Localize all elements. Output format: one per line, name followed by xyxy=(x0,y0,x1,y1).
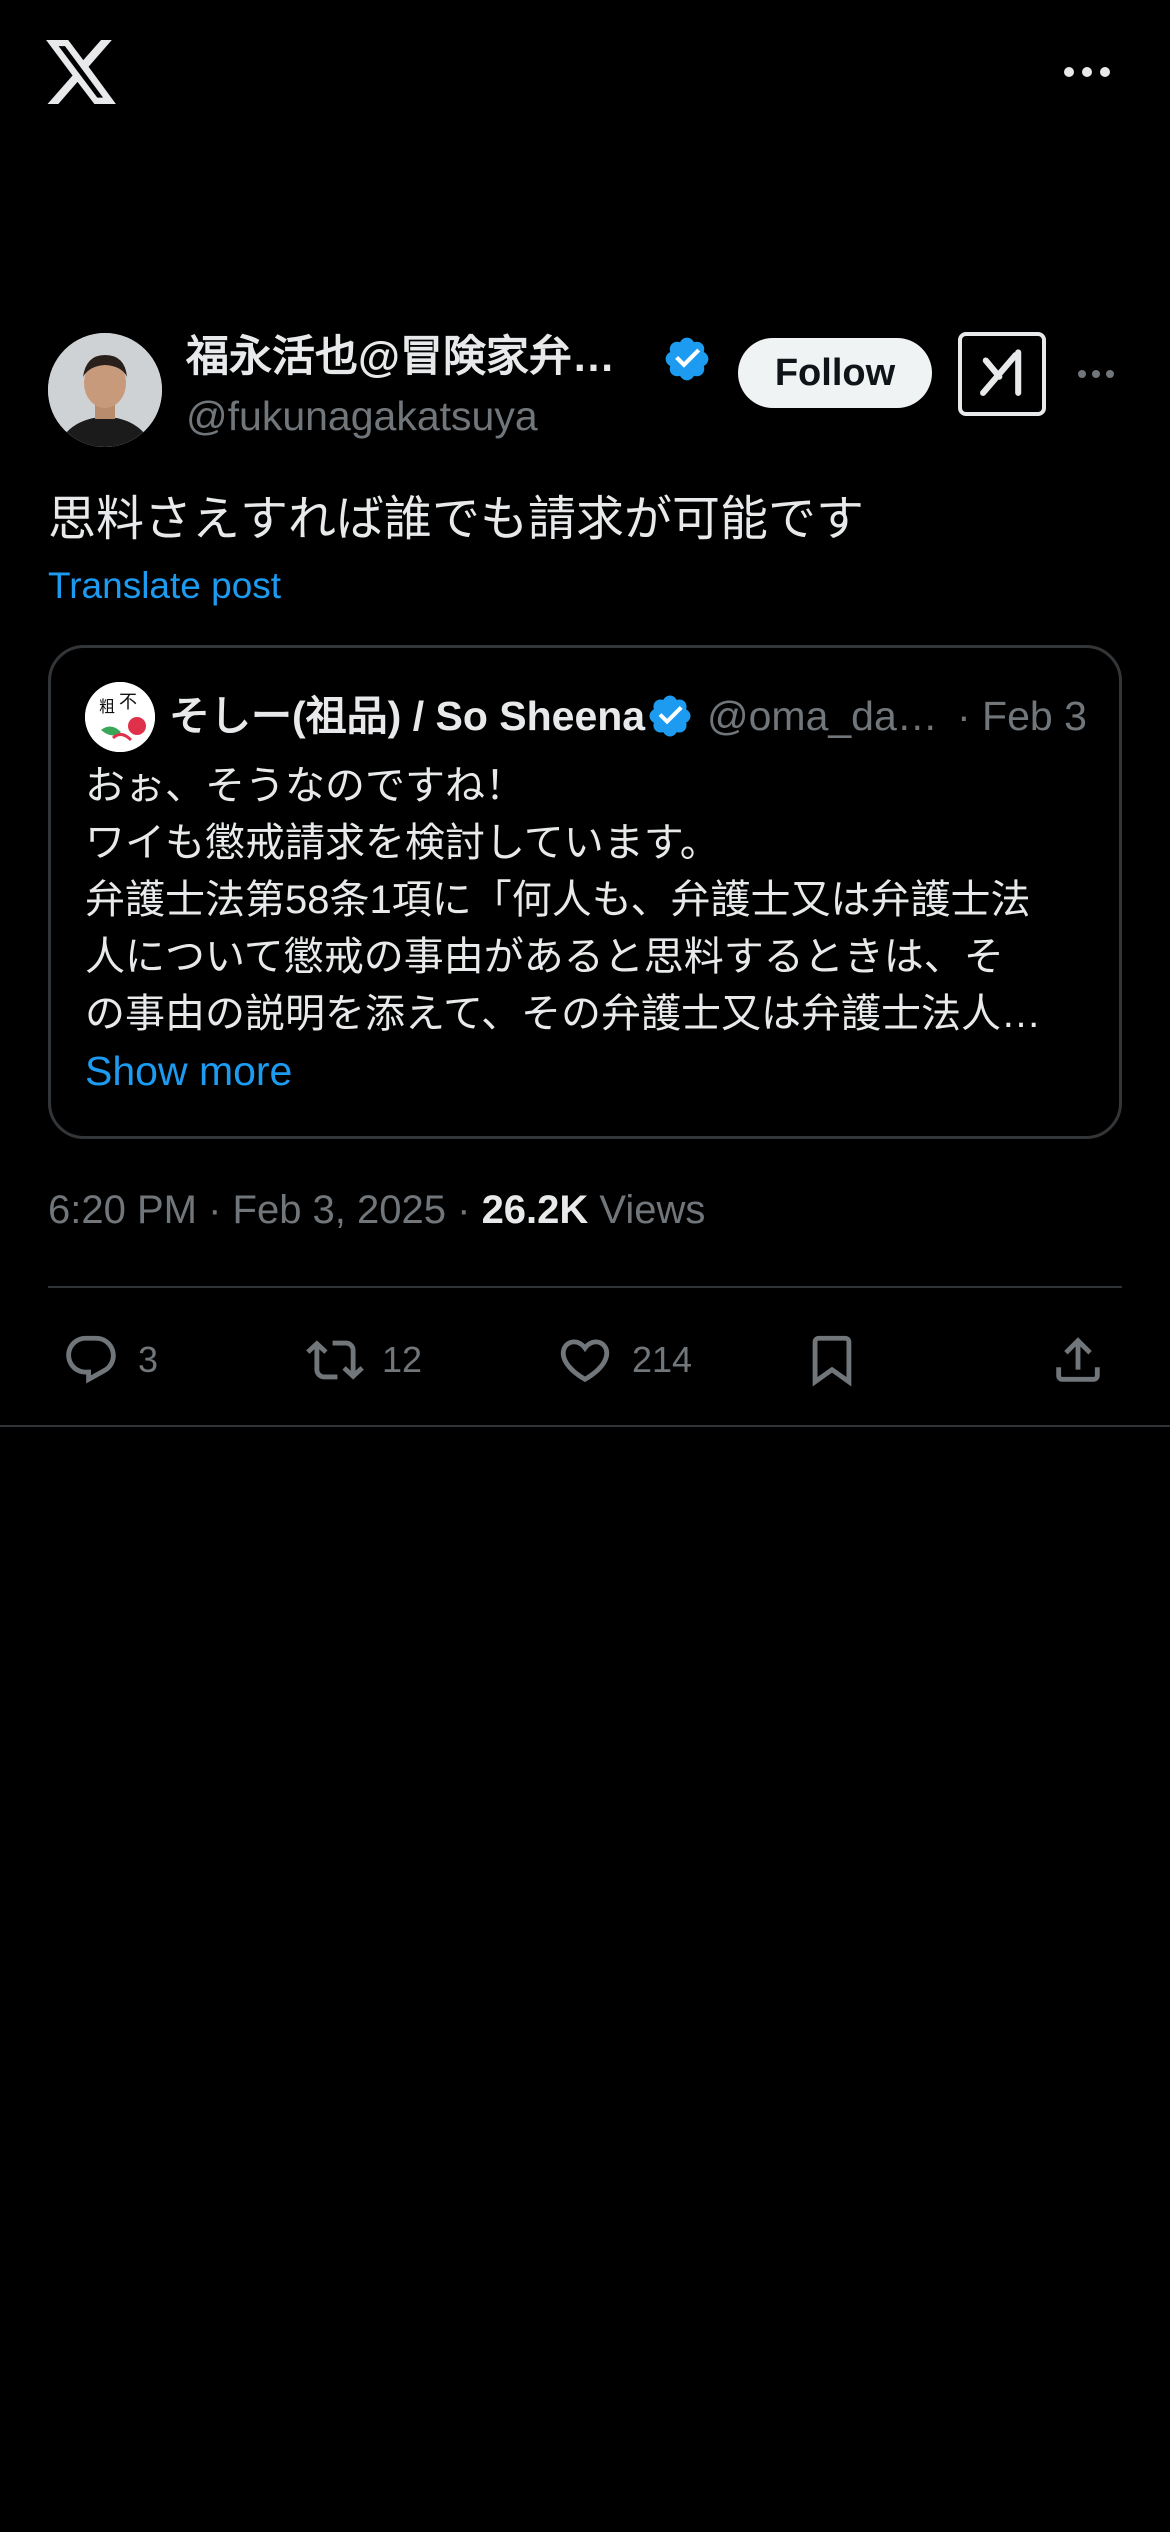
action-bar: 3 12 214 xyxy=(0,1320,1170,1400)
bookmark-icon xyxy=(812,1335,852,1387)
quote-text-line: 人について懲戒の事由があると思料するときは、そ xyxy=(85,935,1004,979)
bookmark-button[interactable] xyxy=(803,1320,861,1400)
heart-icon xyxy=(560,1339,610,1383)
tweet-meta: 6:20 PM · Feb 3, 2025 · 26.2K Views xyxy=(48,1182,705,1238)
svg-text:粗: 粗 xyxy=(99,697,115,716)
quote-text-line: 弁護士法第58条1項に「何人も、弁護士又は弁護士法 xyxy=(85,878,1031,922)
verified-badge-icon xyxy=(662,334,712,384)
quote-author-handle[interactable]: @oma_darling xyxy=(707,688,947,744)
translate-post-link[interactable]: Translate post xyxy=(48,562,281,610)
quote-author-avatar[interactable]: 粗 不 xyxy=(85,682,155,752)
tweet-text: 思料さえすれば誰でも請求が可能です xyxy=(48,493,865,546)
quote-tweet-card[interactable]: 粗 不 そしー(祖品) / So Sheena @oma_darling · F… xyxy=(48,645,1122,1139)
share-icon xyxy=(1056,1337,1100,1382)
views-label: Views xyxy=(588,1188,706,1232)
quote-text: おぉ、そうなのですね！ ワイも懲戒請求を検討しています。 弁護士法第58条1項に… xyxy=(85,758,1095,1043)
author-handle[interactable]: @fukunagakatsuya xyxy=(186,390,538,442)
tweet-more-icon[interactable] xyxy=(1074,354,1118,394)
repost-icon xyxy=(306,1340,364,1380)
show-more-link[interactable]: Show more xyxy=(85,1043,292,1099)
tweet-timestamp[interactable]: 6:20 PM · Feb 3, 2025 · xyxy=(48,1188,482,1232)
quote-text-line: おぉ、そうなのですね！ xyxy=(85,764,525,808)
more-horizontal-icon[interactable] xyxy=(1060,52,1114,92)
quote-verified-badge-icon xyxy=(646,692,694,740)
quote-text-line: ワイも懲戒請求を検討しています。 xyxy=(85,821,720,865)
divider xyxy=(48,1286,1122,1288)
views-count[interactable]: 26.2K xyxy=(482,1188,589,1232)
repost-button[interactable]: 12 xyxy=(306,1320,422,1400)
author-avatar[interactable] xyxy=(48,333,162,447)
reply-button[interactable]: 3 xyxy=(62,1320,158,1400)
share-button[interactable] xyxy=(1049,1320,1107,1400)
repost-count: 12 xyxy=(382,1339,423,1380)
grok-icon[interactable] xyxy=(958,332,1046,416)
like-count: 214 xyxy=(632,1339,693,1380)
like-button[interactable]: 214 xyxy=(556,1320,692,1400)
follow-button[interactable]: Follow xyxy=(738,338,932,408)
quote-author-name[interactable]: そしー(祖品) / So Sheena xyxy=(169,688,669,744)
quote-text-line: の事由の説明を添えて、その弁護士又は弁護士法人… xyxy=(85,992,1041,1036)
divider xyxy=(0,1425,1170,1427)
x-logo-icon[interactable] xyxy=(46,40,116,104)
reply-count: 3 xyxy=(138,1339,159,1380)
reply-icon xyxy=(66,1335,116,1384)
svg-text:不: 不 xyxy=(119,692,137,713)
author-name[interactable]: 福永活也@冒険家弁護士 xyxy=(186,330,656,384)
quote-date: · Feb 3 xyxy=(957,693,1087,739)
top-bar xyxy=(0,0,1170,150)
